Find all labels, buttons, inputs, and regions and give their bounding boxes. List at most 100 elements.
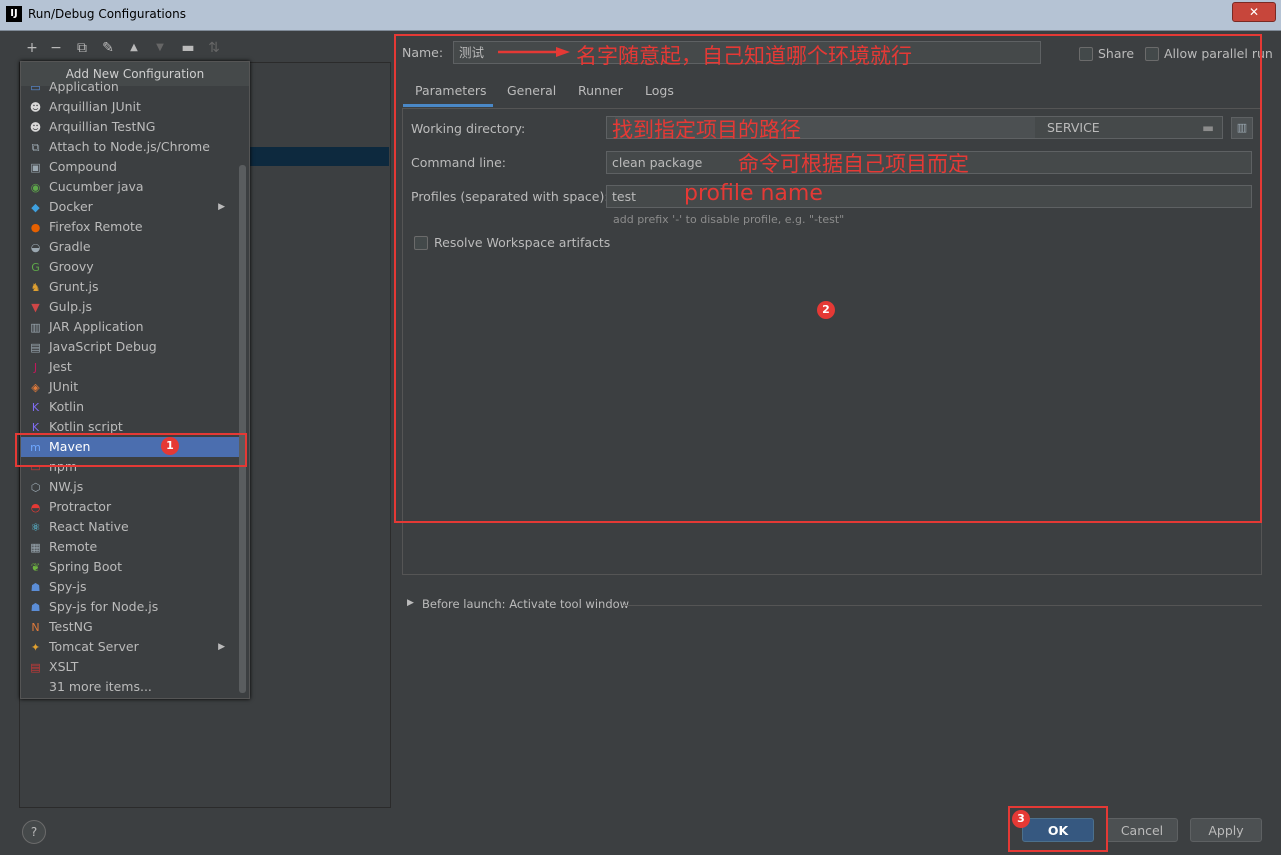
junit-icon: ◈ xyxy=(31,381,40,394)
popup-item[interactable]: ⧉ Attach to Node.js/Chrome xyxy=(21,137,241,157)
popup-item-label: Spring Boot xyxy=(49,559,123,574)
spring-boot-icon: ❦ xyxy=(30,561,41,574)
remove-icon[interactable]: − xyxy=(46,36,66,60)
move-up-icon[interactable]: ▲ xyxy=(124,36,144,60)
folder-icon[interactable]: ▬ xyxy=(178,36,198,60)
popup-item-label: Groovy xyxy=(49,259,94,274)
popup-item[interactable]: ◆ Docker ▶ xyxy=(21,197,241,217)
popup-item-label: Jest xyxy=(49,359,72,374)
popup-item[interactable]: ☻ Arquillian TestNG xyxy=(21,117,241,137)
nwjs-icon: ⬡ xyxy=(30,481,41,494)
popup-item-label: Cucumber java xyxy=(49,179,144,194)
popup-item[interactable]: J Jest xyxy=(21,357,241,377)
annotation-box-maven xyxy=(15,433,247,467)
popup-item[interactable]: ☗ Spy-js xyxy=(21,577,241,597)
popup-item[interactable]: ✦ Tomcat Server ▶ xyxy=(21,637,241,657)
popup-item[interactable]: ♞ Grunt.js xyxy=(21,277,241,297)
annotation-cmd-note: 命令可根据自己项目而定 xyxy=(738,152,969,176)
popup-item[interactable]: ▼ Gulp.js xyxy=(21,297,241,317)
compound-icon: ▣ xyxy=(30,161,41,174)
selected-tree-row[interactable] xyxy=(249,147,389,166)
popup-item[interactable]: ▥ JAR Application xyxy=(21,317,241,337)
popup-list: ▭ Application ☻ Arquillian JUnit ☻ Arquillian… xyxy=(21,77,249,697)
annotation-workdir-note: 找到指定项目的路径 xyxy=(612,118,801,142)
annotation-badge-3: 3 xyxy=(1012,810,1030,828)
popup-item-label: Gradle xyxy=(49,239,91,254)
wrench-icon[interactable]: ✎ xyxy=(98,36,118,60)
popup-item[interactable]: ◓ Protractor xyxy=(21,497,241,517)
popup-item[interactable]: ⬡ NW.js xyxy=(21,477,241,497)
app-icon: IJ xyxy=(6,6,22,22)
popup-item-label: Application xyxy=(49,79,119,94)
popup-item[interactable]: ⚛ React Native xyxy=(21,517,241,537)
popup-item-label: Tomcat Server xyxy=(49,639,139,654)
popup-scrollbar[interactable] xyxy=(239,165,246,693)
popup-item[interactable]: 31 more items... xyxy=(21,677,241,697)
tomcat-icon: ✦ xyxy=(30,641,41,654)
annotation-badge-2: 2 xyxy=(817,301,835,319)
spy-js-node-icon: ☗ xyxy=(30,601,41,614)
move-down-icon[interactable]: ▼ xyxy=(150,36,170,60)
annotation-profile-note: profile name xyxy=(684,181,823,206)
popup-item-label: Firefox Remote xyxy=(49,219,143,234)
expand-arrow-icon[interactable]: ▶ xyxy=(407,598,414,608)
config-toolbar: + − ⧉ ✎ ▲ ▼ ▬ ⇅ xyxy=(18,36,238,60)
popup-item[interactable]: ◈ JUnit xyxy=(21,377,241,397)
cancel-button[interactable]: Cancel xyxy=(1106,818,1178,842)
popup-item-label: Arquillian JUnit xyxy=(49,99,141,114)
protractor-icon: ◓ xyxy=(30,501,41,514)
copy-icon[interactable]: ⧉ xyxy=(72,36,92,60)
add-configuration-popup: Add New Configuration ▭ Application ☻ Arqui… xyxy=(20,61,250,699)
popup-item-label: TestNG xyxy=(49,619,93,634)
popup-item[interactable]: ▤ XSLT xyxy=(21,657,241,677)
before-launch-label[interactable]: Before launch: Activate tool window xyxy=(422,597,629,611)
popup-item-label: Docker xyxy=(49,199,93,214)
submenu-arrow-icon: ▶ xyxy=(218,642,225,652)
groovy-icon: G xyxy=(31,261,40,274)
close-button[interactable]: ✕ xyxy=(1232,2,1276,22)
popup-item[interactable]: K Kotlin xyxy=(21,397,241,417)
popup-item[interactable]: ▦ Remote xyxy=(21,537,241,557)
popup-item[interactable]: ▭ Application xyxy=(21,77,241,97)
popup-item[interactable]: ☗ Spy-js for Node.js xyxy=(21,597,241,617)
popup-item[interactable]: ▤ JavaScript Debug xyxy=(21,337,241,357)
react-icon: ⚛ xyxy=(30,521,41,534)
popup-item-label: JAR Application xyxy=(49,319,144,334)
popup-item[interactable]: ◒ Gradle xyxy=(21,237,241,257)
jar-icon: ▥ xyxy=(30,321,41,334)
arquillian-icon: ☻ xyxy=(29,101,42,114)
annotation-name-note: 名字随意起，自己知道哪个环境就行 xyxy=(576,44,912,68)
title-bar: IJ Run/Debug Configurations ✕ xyxy=(0,0,1281,31)
gulp-icon: ▼ xyxy=(31,301,40,314)
popup-item[interactable]: ● Firefox Remote xyxy=(21,217,241,237)
popup-item-label: Kotlin xyxy=(49,399,84,414)
testng-icon: N xyxy=(31,621,40,634)
arquillian-icon: ☻ xyxy=(29,121,42,134)
popup-item-label: Compound xyxy=(49,159,117,174)
kotlin-icon: K xyxy=(31,401,40,414)
remote-icon: ▦ xyxy=(30,541,41,554)
popup-item[interactable]: G Groovy xyxy=(21,257,241,277)
apply-button[interactable]: Apply xyxy=(1190,818,1262,842)
jest-icon: J xyxy=(33,361,38,374)
popup-item-label: NW.js xyxy=(49,479,84,494)
popup-item-label: Protractor xyxy=(49,499,112,514)
popup-item-label: Spy-js for Node.js xyxy=(49,599,159,614)
popup-item-label: Grunt.js xyxy=(49,279,99,294)
sort-icon[interactable]: ⇅ xyxy=(204,36,224,60)
submenu-arrow-icon: ▶ xyxy=(218,202,225,212)
popup-item[interactable]: ◉ Cucumber java xyxy=(21,177,241,197)
help-button[interactable]: ? xyxy=(22,820,46,844)
add-icon[interactable]: + xyxy=(22,36,42,60)
popup-item-label: Spy-js xyxy=(49,579,87,594)
firefox-icon: ● xyxy=(30,221,41,234)
before-launch-divider xyxy=(622,605,1262,606)
cucumber-icon: ◉ xyxy=(30,181,41,194)
popup-item[interactable]: ❦ Spring Boot xyxy=(21,557,241,577)
popup-item-label: Gulp.js xyxy=(49,299,92,314)
popup-item[interactable]: N TestNG xyxy=(21,617,241,637)
popup-item[interactable]: ☻ Arquillian JUnit xyxy=(21,97,241,117)
popup-item-label: Arquillian TestNG xyxy=(49,119,156,134)
popup-item-label: Remote xyxy=(49,539,98,554)
popup-item[interactable]: ▣ Compound xyxy=(21,157,241,177)
